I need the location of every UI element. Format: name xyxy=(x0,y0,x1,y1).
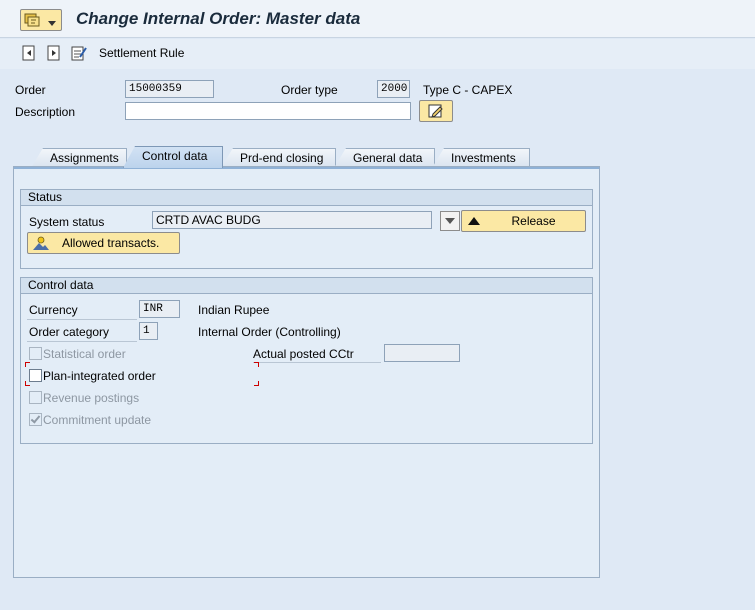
chevron-down-icon xyxy=(48,20,56,26)
actual-posted-cctr-label: Actual posted CCtr xyxy=(253,347,354,361)
order-field[interactable]: 15000359 xyxy=(125,80,214,98)
panel-accent xyxy=(14,167,599,169)
actual-posted-cctr-underline xyxy=(253,362,381,363)
release-button-label: Release xyxy=(511,214,556,228)
system-menu-button[interactable] xyxy=(20,9,62,31)
revenue-postings-checkbox[interactable] xyxy=(29,391,42,404)
title-bar: Change Internal Order: Master data xyxy=(0,0,755,38)
currency-field[interactable]: INR xyxy=(139,300,180,318)
tab-control-data[interactable]: Control data xyxy=(123,146,223,168)
statistical-order-checkbox[interactable] xyxy=(29,347,42,360)
commitment-update-checkbox[interactable] xyxy=(29,413,42,426)
statistical-order-label: Statistical order xyxy=(43,347,126,361)
tab-investments[interactable]: Investments xyxy=(432,148,530,168)
settlement-rule-button[interactable]: Settlement Rule xyxy=(99,46,184,60)
control-data-group-title: Control data xyxy=(21,278,592,294)
status-dropdown-button[interactable] xyxy=(440,211,460,231)
order-label: Order xyxy=(15,83,46,97)
previous-object-icon[interactable] xyxy=(21,45,37,61)
long-text-button[interactable] xyxy=(419,100,453,122)
focus-corner-bottom-right xyxy=(254,381,259,386)
currency-description: Indian Rupee xyxy=(198,303,270,317)
settlement-rule-icon[interactable] xyxy=(71,45,87,61)
order-category-underline xyxy=(27,341,137,342)
plan-integrated-order-checkbox[interactable] xyxy=(29,369,42,382)
description-label: Description xyxy=(15,105,76,119)
allowed-transacts-label: Allowed transacts. xyxy=(62,236,160,250)
system-status-label: System status xyxy=(29,215,105,229)
order-category-description: Internal Order (Controlling) xyxy=(198,325,341,339)
chevron-down-icon xyxy=(445,218,455,224)
revenue-postings-label: Revenue postings xyxy=(43,391,140,405)
commitment-update-label: Commitment update xyxy=(43,413,152,427)
tab-prd-end-closing[interactable]: Prd-end closing xyxy=(221,148,336,168)
plan-integrated-order-label: Plan-integrated order xyxy=(43,369,156,383)
tab-strip: Assignments Control data Prd-end closing… xyxy=(13,146,600,168)
order-type-label: Order type xyxy=(281,83,338,97)
actual-posted-cctr-field[interactable] xyxy=(384,344,460,362)
focus-corner-top-left xyxy=(25,362,30,367)
edit-text-icon xyxy=(428,104,443,118)
tab-assignments[interactable]: Assignments xyxy=(31,148,127,168)
application-toolbar: Settlement Rule xyxy=(0,39,755,69)
currency-label: Currency xyxy=(29,303,78,317)
order-category-label: Order category xyxy=(29,325,110,339)
focus-corner-top-right xyxy=(254,362,259,367)
checkmark-icon xyxy=(30,413,41,424)
status-group-title: Status xyxy=(21,190,592,206)
page-title: Change Internal Order: Master data xyxy=(76,9,361,28)
order-type-field[interactable]: 2000 xyxy=(377,80,410,98)
release-button[interactable]: Release xyxy=(461,210,586,232)
allowed-transacts-button[interactable]: Allowed transacts. xyxy=(27,232,180,254)
order-category-field[interactable]: 1 xyxy=(139,322,158,340)
next-object-icon[interactable] xyxy=(46,45,62,61)
currency-underline xyxy=(27,319,137,320)
system-status-field: CRTD AVAC BUDG xyxy=(152,211,432,229)
system-menu-icon xyxy=(24,13,40,27)
tab-general-data[interactable]: General data xyxy=(334,148,435,168)
description-input[interactable] xyxy=(125,102,411,120)
order-type-description: Type C - CAPEX xyxy=(423,83,513,97)
landscape-picture-icon xyxy=(33,236,49,250)
